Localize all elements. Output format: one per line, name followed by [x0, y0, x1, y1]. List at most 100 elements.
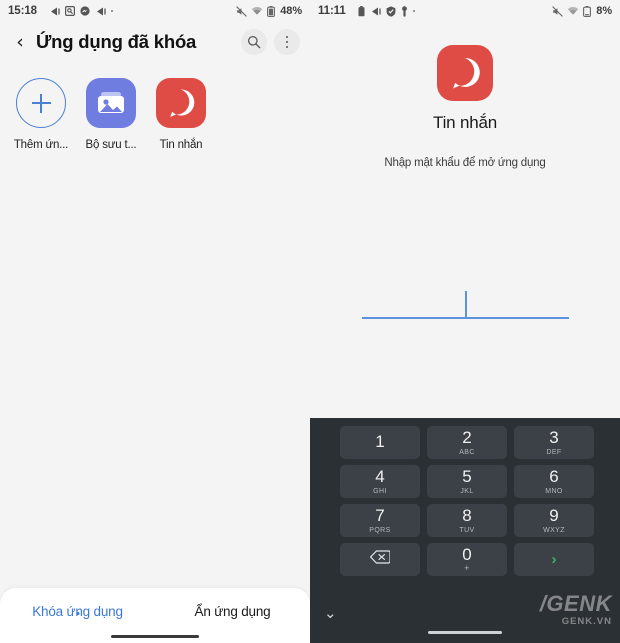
key-number: 3: [549, 428, 559, 448]
right-status-bar: 11:11 8%: [310, 0, 620, 22]
keypad-rows: 1 2 ABC 3 DEF 4 GHI 5 JKL 6 MNO 7 PQRS 8…: [318, 426, 612, 576]
home-indicator[interactable]: [111, 635, 199, 638]
key-number: 4: [375, 467, 385, 487]
locked-apps-grid: Thêm ứn... Bộ sưu t... Tin nhắn: [0, 62, 310, 151]
play-triangle-icon: [95, 7, 106, 16]
password-hint-text: Nhập mật khẩu để mở ứng dụng: [384, 157, 546, 169]
key-9[interactable]: 9 WXYZ: [514, 504, 594, 537]
gallery-icon-wrap: [86, 78, 136, 128]
search-button[interactable]: [241, 29, 267, 55]
key-6[interactable]: 6 MNO: [514, 465, 594, 498]
key-number: 1: [375, 431, 385, 451]
battery-percent: 8%: [596, 5, 612, 17]
messenger-icon: [80, 6, 90, 16]
left-action-bar: ‹ Ứng dụng đã khóa: [0, 22, 310, 62]
keypad-row: 1 2 ABC 3 DEF: [340, 426, 612, 459]
app-label: Bộ sưu t...: [85, 139, 137, 151]
key-letters: PQRS: [369, 526, 391, 534]
app-label: Thêm ứn...: [13, 139, 69, 151]
key-number: 6: [549, 467, 559, 487]
left-status-left-group: 15:18: [8, 5, 236, 17]
play-triangle-icon: [49, 7, 60, 16]
key-4[interactable]: 4 GHI: [340, 465, 420, 498]
key-number: 2: [462, 428, 472, 448]
key-0[interactable]: 0 +: [427, 543, 507, 576]
wifi-icon: [251, 6, 263, 16]
bottom-tab-bar: Khóa ứng dụng Ẩn ứng dụng: [0, 588, 310, 643]
messages-v-icon: [437, 45, 493, 101]
backspace-icon: [369, 550, 391, 569]
wifi-icon: [567, 6, 579, 16]
back-button[interactable]: ‹: [10, 32, 30, 52]
battery-icon: [267, 5, 276, 17]
locked-app-name: Tin nhắn: [433, 113, 497, 132]
gallery-icon: [86, 78, 136, 128]
input-underline: [362, 316, 569, 319]
key-3[interactable]: 3 DEF: [514, 426, 594, 459]
key-letters: MNO: [545, 487, 563, 495]
battery-saver-icon: [358, 5, 365, 17]
left-status-bar: 15:18 48%: [0, 0, 310, 22]
tab-hide-apps[interactable]: Ẩn ứng dụng: [155, 588, 310, 619]
key-7[interactable]: 7 PQRS: [340, 504, 420, 537]
key-number: 0: [462, 545, 472, 564]
key-letters: JKL: [460, 487, 474, 495]
right-status-right-group: 8%: [552, 5, 612, 17]
play-triangle-icon: [370, 7, 381, 16]
key-letters: WXYZ: [543, 526, 565, 534]
battery-icon: [583, 5, 592, 17]
genk-watermark: /GENK GENK.VN: [539, 590, 612, 627]
keypad-row: 4 GHI 5 JKL 6 MNO: [340, 465, 612, 498]
key-8[interactable]: 8 TUV: [427, 504, 507, 537]
chevron-down-icon[interactable]: ⌄: [324, 606, 337, 621]
keypad-row: 7 PQRS 8 TUV 9 WXYZ: [340, 504, 612, 537]
key-letters: TUV: [459, 526, 475, 534]
status-clock: 11:11: [318, 5, 346, 17]
key-backspace[interactable]: [340, 543, 420, 576]
key-5[interactable]: 5 JKL: [427, 465, 507, 498]
key-letters: +: [464, 563, 470, 573]
status-clock: 15:18: [8, 5, 37, 17]
tab-lock-apps[interactable]: Khóa ứng dụng: [0, 588, 155, 619]
key-icon: [401, 5, 408, 17]
key-number: 8: [462, 506, 472, 526]
key-letters: DEF: [546, 448, 562, 456]
tab-label: Ẩn ứng dụng: [194, 604, 271, 619]
home-indicator[interactable]: [428, 631, 502, 634]
app-item-messages[interactable]: Tin nhắn: [146, 78, 216, 151]
key-number: 5: [462, 467, 472, 487]
app-lock-prompt: Tin nhắn Nhập mật khẩu để mở ứng dụng: [310, 22, 620, 169]
left-status-right-group: 48%: [236, 5, 302, 17]
add-app-icon: [16, 78, 66, 128]
left-panel-locked-apps: 15:18 48% ‹ Ứng dụng đã khóa Thêm ứn... …: [0, 0, 310, 643]
shield-icon: [386, 5, 396, 17]
mute-icon: [552, 5, 564, 17]
key-number: 9: [549, 506, 559, 526]
password-input-field[interactable]: [362, 285, 569, 319]
app-label: Tin nhắn: [159, 139, 203, 151]
right-panel-password-prompt: 11:11 8% Tin nhắn Nhập mật khẩu để mở ứn…: [310, 0, 620, 643]
key-enter[interactable]: ›: [514, 543, 594, 576]
keypad-row: 0 + ›: [340, 543, 612, 576]
chevron-right-icon: ›: [551, 551, 557, 568]
messages-v-icon: [156, 78, 206, 128]
key-number: 7: [375, 506, 385, 526]
numeric-keypad: 1 2 ABC 3 DEF 4 GHI 5 JKL 6 MNO 7 PQRS 8…: [310, 418, 620, 643]
key-2[interactable]: 2 ABC: [427, 426, 507, 459]
kebab-menu-icon: [285, 35, 289, 49]
overflow-menu-button[interactable]: [274, 29, 300, 55]
dot-icon: [412, 9, 416, 13]
watermark-sub: GENK.VN: [561, 615, 612, 627]
battery-percent: 48%: [280, 5, 302, 17]
search-icon: [247, 35, 261, 49]
page-title: Ứng dụng đã khóa: [36, 31, 197, 52]
app-item-gallery[interactable]: Bộ sưu t...: [76, 78, 146, 151]
mute-icon: [236, 5, 248, 17]
tab-active-dot: [76, 612, 79, 615]
app-item-add[interactable]: Thêm ứn...: [6, 78, 76, 151]
screenshot-icon: [64, 6, 75, 17]
watermark-main: /GENK: [539, 590, 612, 616]
key-1[interactable]: 1: [340, 426, 420, 459]
messages-icon-wrap: [156, 78, 206, 128]
key-letters: ABC: [459, 448, 475, 456]
